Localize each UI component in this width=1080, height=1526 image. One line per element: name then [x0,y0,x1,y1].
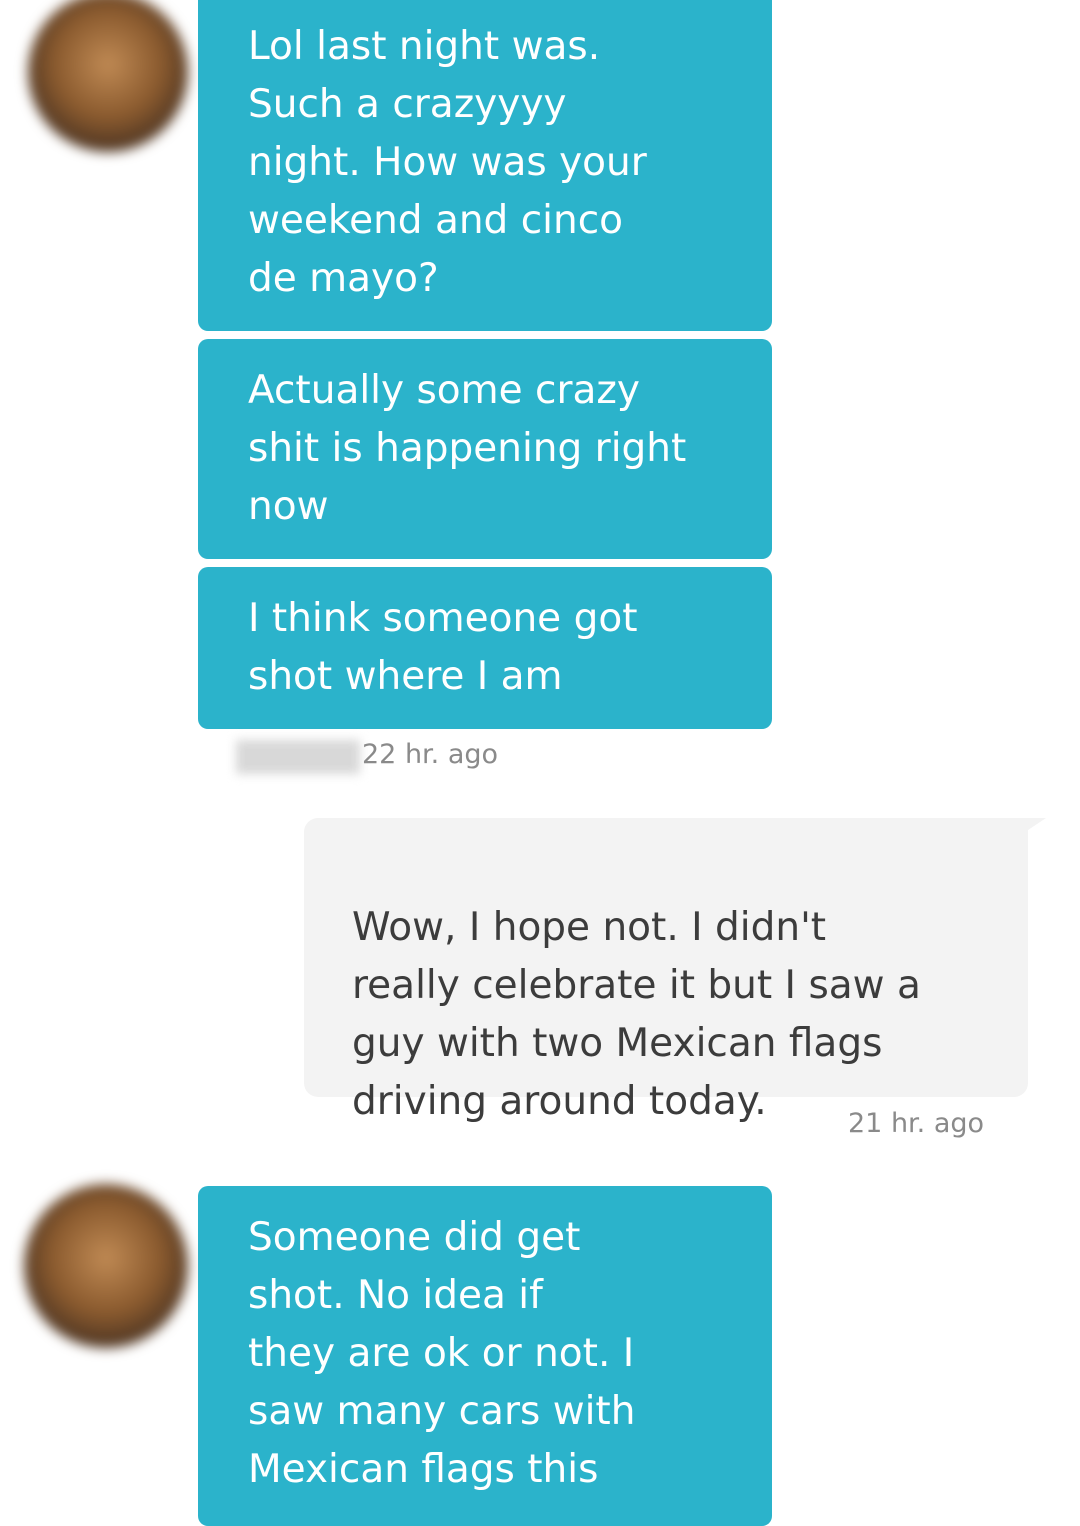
message-timestamp: 21 hr. ago [848,1108,985,1139]
outgoing-message-bubble[interactable]: Wow, I hope not. I didn't really celebra… [304,818,1046,1124]
incoming-message-bubble[interactable]: I think someone got shot where I am [198,567,772,729]
outgoing-message-text: Wow, I hope not. I didn't really celebra… [352,905,921,1124]
incoming-message-bubble[interactable]: Actually some crazy shit is happening ri… [198,339,772,559]
incoming-message-bubble[interactable]: Lol last night was. Such a crazyyyy nigh… [198,0,772,331]
contact-avatar[interactable] [28,0,188,152]
redacted-contact-name [236,740,360,774]
message-timestamp: 22 hr. ago [362,739,499,770]
contact-avatar[interactable] [24,1184,188,1348]
incoming-message-bubble[interactable]: Someone did get shot. No idea if they ar… [198,1186,772,1526]
bubble-tail [1028,818,1046,830]
